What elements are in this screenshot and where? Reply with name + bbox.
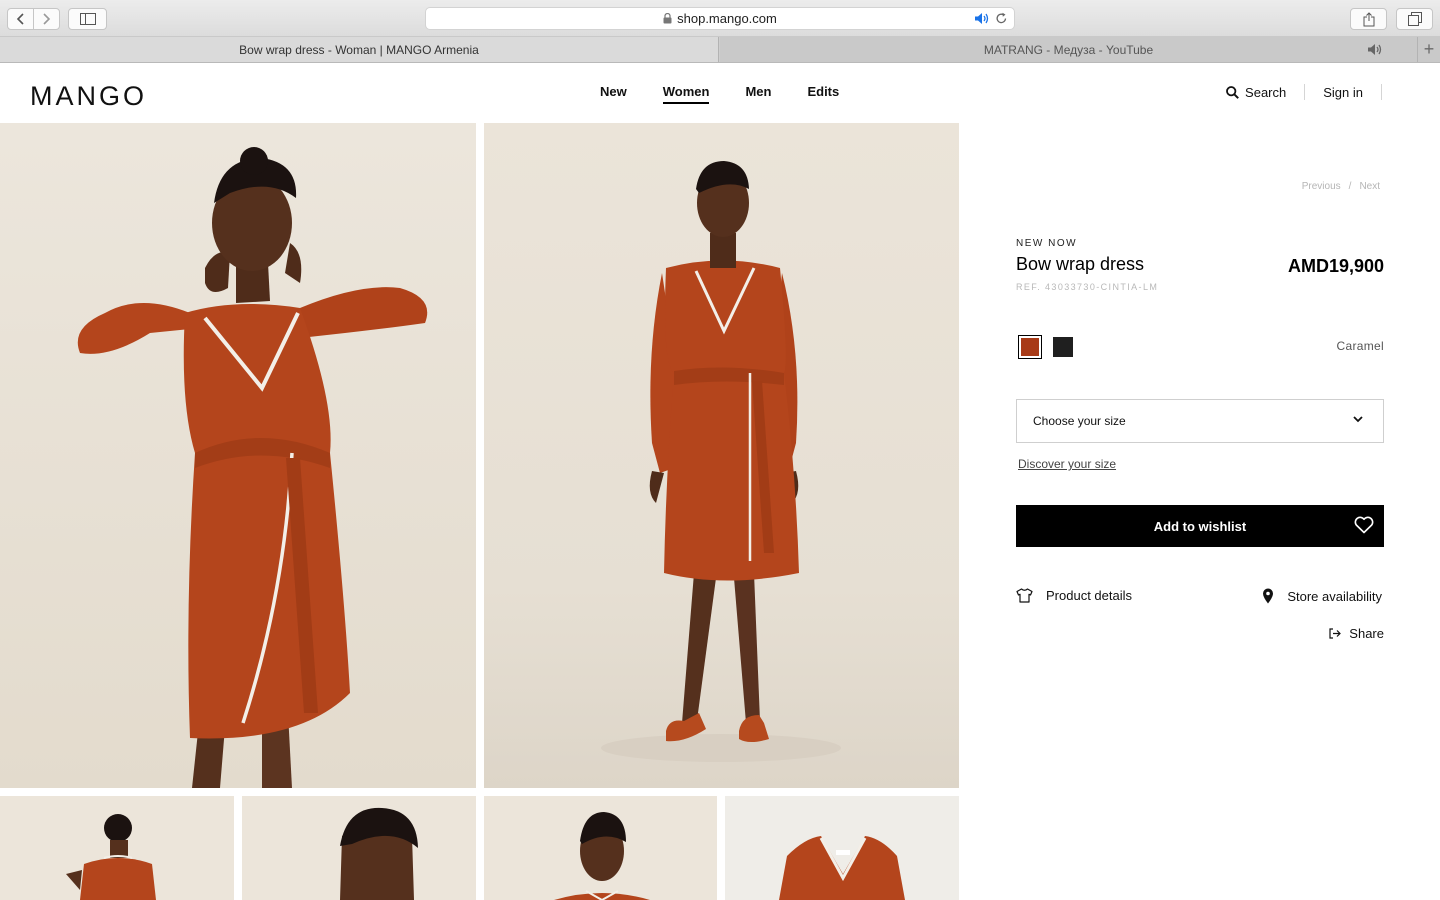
product-details-label: Product details (1046, 588, 1132, 603)
browser-toolbar: shop.mango.com (0, 0, 1440, 37)
mango-logo[interactable]: MANGO (30, 81, 147, 112)
search-button[interactable]: Search (1226, 85, 1286, 100)
share-icon (1363, 11, 1374, 26)
product-details-link[interactable]: Product details (1016, 588, 1132, 603)
wishlist-label: Add to wishlist (1153, 518, 1247, 534)
history-nav-group (7, 8, 60, 30)
sidebar-toggle-button[interactable] (68, 8, 107, 30)
tab-overview-icon (1407, 12, 1422, 26)
model-photo-illustration (601, 161, 841, 762)
tab-youtube[interactable]: MATRANG - Медуза - YouTube (720, 37, 1417, 62)
model-back-thumbnail (66, 814, 156, 900)
model-photo-illustration (77, 147, 428, 788)
tab-title: Bow wrap dress - Woman | MANGO Armenia (239, 42, 479, 57)
selected-color-name: Caramel (1336, 339, 1384, 353)
model-portrait-thumbnail (554, 812, 650, 900)
dress-flatlay-thumbnail (779, 836, 905, 900)
tshirt-icon (1016, 588, 1033, 603)
add-to-wishlist-button[interactable]: Add to wishlist (1016, 505, 1384, 547)
heart-icon (1354, 516, 1374, 534)
map-pin-icon (1263, 588, 1274, 604)
chevron-left-icon (16, 13, 24, 25)
product-thumbnail-1[interactable] (0, 796, 234, 900)
search-icon (1226, 85, 1239, 99)
size-placeholder: Choose your size (1033, 414, 1126, 428)
site-header: MANGO New Women Men Edits Search Sign in (0, 63, 1440, 123)
product-image-1[interactable] (0, 123, 476, 788)
share-link[interactable]: Share (1329, 626, 1384, 641)
previous-link[interactable]: Previous (1302, 181, 1341, 192)
discover-size-link[interactable]: Discover your size (1018, 457, 1116, 471)
share-label: Share (1349, 626, 1384, 641)
new-tab-button[interactable]: + (1417, 37, 1440, 62)
tab-mango[interactable]: Bow wrap dress - Woman | MANGO Armenia (0, 37, 719, 62)
product-pager: Previous / Next (1298, 181, 1384, 192)
chevron-right-icon (43, 13, 51, 25)
product-image-2[interactable] (484, 123, 959, 788)
divider (1381, 84, 1382, 100)
swatch-fill (1021, 338, 1039, 356)
lock-icon (663, 13, 672, 24)
tab-bar: Bow wrap dress - Woman | MANGO Armenia M… (0, 37, 1440, 63)
new-now-badge: NEW NOW (1016, 238, 1078, 249)
size-dropdown[interactable]: Choose your size (1016, 399, 1384, 443)
product-thumbnail-4[interactable] (725, 796, 959, 900)
model-face-thumbnail (340, 807, 418, 900)
tab-overview-button[interactable] (1396, 8, 1433, 30)
divider (1304, 84, 1306, 100)
sign-in-link[interactable]: Sign in (1323, 85, 1363, 100)
speaker-icon[interactable] (1367, 43, 1383, 56)
chevron-down-icon (1353, 416, 1363, 423)
product-reference: REF. 43033730-CINTIA-LM (1016, 282, 1159, 292)
pager-separator: / (1348, 181, 1352, 192)
main-nav: New Women Men Edits (600, 84, 875, 104)
color-swatch-caramel[interactable] (1018, 335, 1042, 359)
nav-new[interactable]: New (600, 84, 627, 104)
reload-icon[interactable] (995, 12, 1008, 25)
forward-button[interactable] (34, 9, 59, 29)
speaker-icon[interactable] (974, 12, 990, 25)
product-thumbnail-2[interactable] (242, 796, 476, 900)
nav-women[interactable]: Women (662, 84, 710, 104)
sidebar-icon (79, 13, 96, 25)
url-text: shop.mango.com (677, 11, 777, 26)
next-link[interactable]: Next (1359, 181, 1380, 192)
header-actions: Search Sign in (1226, 84, 1400, 100)
store-availability-link[interactable]: Store availability (1262, 588, 1382, 604)
store-availability-label: Store availability (1287, 588, 1382, 604)
share-button[interactable] (1350, 8, 1387, 30)
product-name: Bow wrap dress (1016, 254, 1145, 274)
color-swatch-black[interactable] (1053, 337, 1073, 357)
search-label: Search (1245, 84, 1287, 100)
product-thumbnail-3[interactable] (484, 796, 717, 900)
tab-title: MATRANG - Медуза - YouTube (983, 42, 1154, 57)
nav-edits[interactable]: Edits (807, 84, 839, 104)
product-price: AMD19,900 (1287, 256, 1384, 276)
back-button[interactable] (8, 9, 33, 29)
address-bar[interactable]: shop.mango.com (425, 7, 1015, 30)
share-arrow-icon (1329, 628, 1342, 639)
nav-men[interactable]: Men (745, 84, 771, 104)
